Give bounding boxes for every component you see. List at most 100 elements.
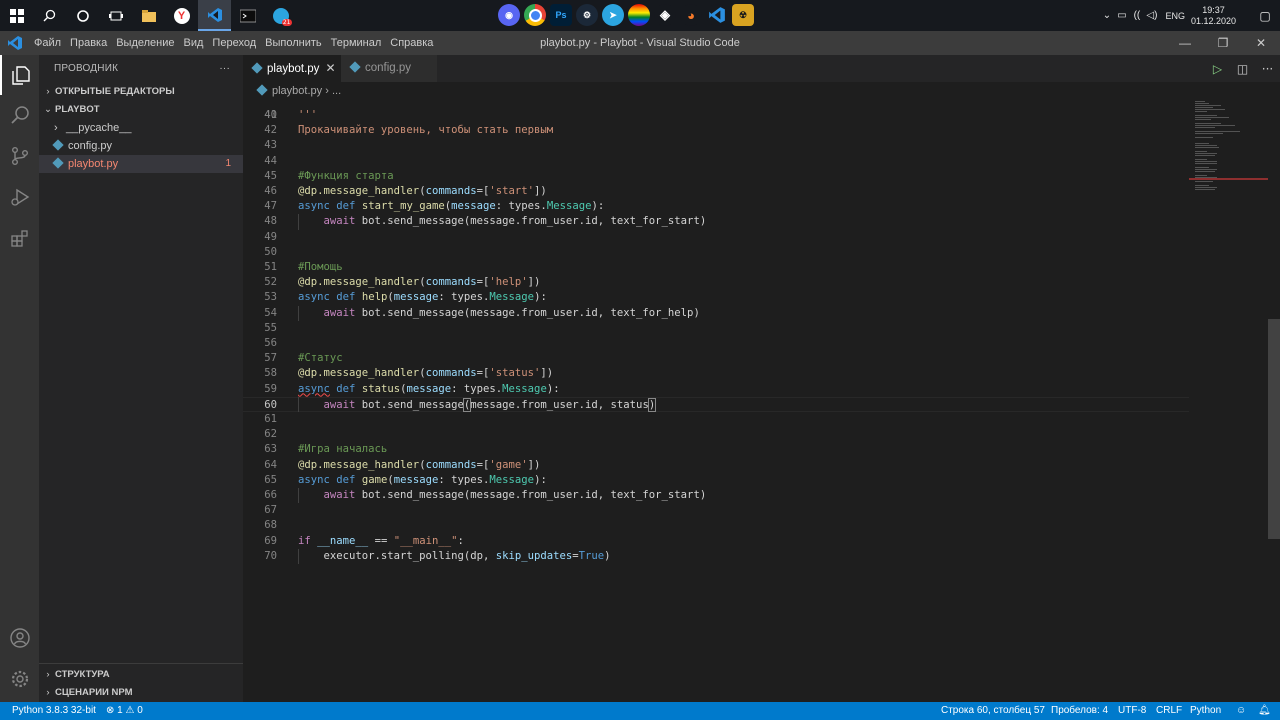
menu-selection[interactable]: Выделение (116, 37, 174, 49)
code-line[interactable]: 53 async def help(message: types.Message)… (243, 290, 1189, 305)
code-line[interactable]: 42 (243, 123, 1189, 138)
code-line[interactable]: 67 (243, 503, 1189, 518)
close-window-icon[interactable]: ✕ (1242, 31, 1280, 55)
language-mode[interactable]: Python (1190, 702, 1221, 720)
language-indicator[interactable]: ENG (1165, 11, 1185, 21)
run-file-icon[interactable]: ▷ (1205, 62, 1230, 76)
close-tab-icon[interactable]: ✕ (325, 61, 335, 75)
discord-icon[interactable]: ◉ (498, 4, 520, 26)
problems-indicator[interactable]: ⊗ 1 ⚠ 0 (106, 702, 143, 720)
python-interpreter[interactable]: Python 3.8.3 32-bit (12, 702, 96, 720)
cursor-position[interactable]: Строка 60, столбец 57 (941, 702, 1045, 720)
menu-file[interactable]: Файл (34, 37, 61, 49)
explorer-icon[interactable] (0, 55, 39, 95)
search-icon[interactable] (33, 0, 66, 31)
search-view-icon[interactable] (0, 95, 39, 135)
menu-terminal[interactable]: Терминал (331, 37, 382, 49)
project-folder-section[interactable]: ⌄ PLAYBOT (39, 101, 243, 119)
maximize-icon[interactable]: ❐ (1204, 31, 1242, 55)
code-line[interactable]: 51 #Помощь (243, 260, 1189, 275)
code-line[interactable]: 69 if __name__ == "__main__": (243, 534, 1189, 549)
menu-run[interactable]: Выполнить (265, 37, 321, 49)
counter-strike-icon[interactable]: ☢ (732, 4, 754, 26)
code-line[interactable]: 45 #Функция старта (243, 169, 1189, 184)
code-line[interactable]: 66 await bot.send_message(message.from_u… (243, 488, 1189, 503)
wifi-icon[interactable]: (( (1129, 10, 1144, 21)
code-editor[interactable]: 40 Прокачивайте уровень, чтобы стать пер… (243, 101, 1189, 702)
code-line[interactable]: 70 executor.start_polling(dp, skip_updat… (243, 549, 1189, 564)
code-line[interactable]: 68 (243, 518, 1189, 533)
code-line[interactable]: 57 #Статус (243, 351, 1189, 366)
code-line[interactable]: 48 await bot.send_message(message.from_u… (243, 214, 1189, 229)
windows-start-icon[interactable] (0, 0, 33, 31)
npm-scripts-section[interactable]: › СЦЕНАРИИ NPM (39, 684, 243, 702)
line-ending[interactable]: CRLF (1156, 702, 1182, 720)
file-explorer-icon[interactable] (132, 0, 165, 31)
code-line[interactable]: 64 @dp.message_handler(commands=['game']) (243, 458, 1189, 473)
code-line[interactable]: 44 (243, 154, 1189, 169)
terminal-icon[interactable] (231, 0, 264, 31)
cortana-circle-icon[interactable] (66, 0, 99, 31)
indentation[interactable]: Пробелов: 4 (1051, 702, 1108, 720)
photoshop-icon[interactable]: Ps (550, 4, 572, 26)
chevron-up-icon[interactable]: ⌄ (1099, 10, 1114, 21)
more-actions-icon[interactable]: ··· (219, 55, 230, 83)
code-line[interactable]: 63 #Игра началась (243, 442, 1189, 457)
settings-gear-icon[interactable] (0, 659, 39, 699)
split-editor-icon[interactable]: ◫ (1230, 62, 1255, 76)
tree-item-playbot[interactable]: playbot.py 1 (39, 155, 243, 173)
code-line[interactable]: 54 await bot.send_message(message.from_u… (243, 306, 1189, 321)
source-control-icon[interactable] (0, 136, 39, 176)
vscode-pinned-icon[interactable] (706, 4, 728, 26)
chrome-icon[interactable] (524, 4, 546, 26)
code-line[interactable]: 50 (243, 245, 1189, 260)
tree-item-config[interactable]: config.py (39, 137, 243, 155)
code-line[interactable]: 61 (243, 412, 1189, 427)
code-line[interactable]: 41 ''' (243, 108, 1189, 123)
extensions-icon[interactable] (0, 218, 39, 258)
task-view-icon[interactable] (99, 0, 132, 31)
menu-view[interactable]: Вид (184, 37, 204, 49)
unity-icon[interactable]: ◈ (654, 4, 676, 26)
code-line[interactable]: 56 (243, 336, 1189, 351)
breadcrumb-more[interactable]: ... (332, 85, 341, 97)
steam-icon[interactable]: ⚙ (576, 4, 598, 26)
outline-section[interactable]: › СТРУКТУРА (39, 666, 243, 684)
open-editors-section[interactable]: › ОТКРЫТЫЕ РЕДАКТОРЫ (39, 83, 243, 101)
code-line[interactable]: 55 (243, 321, 1189, 336)
code-line[interactable]: 65 async def game(message: types.Message)… (243, 473, 1189, 488)
telegram-app-icon[interactable]: ➤ (602, 4, 624, 26)
rainbow-app-icon[interactable] (628, 4, 650, 26)
vscode-taskbar-icon[interactable] (198, 0, 231, 31)
menu-edit[interactable]: Правка (70, 37, 107, 49)
code-line[interactable]: 58 @dp.message_handler(commands=['status'… (243, 366, 1189, 381)
tab-playbot[interactable]: playbot.py ✕ (243, 55, 341, 82)
run-debug-icon[interactable] (0, 177, 39, 217)
yandex-browser-icon[interactable]: Y (165, 0, 198, 31)
tray-device-icon[interactable]: ▭ (1114, 10, 1129, 21)
tab-config[interactable]: config.py (341, 55, 437, 82)
code-line[interactable]: 60 await bot.send_message(message.from_u… (243, 396, 1189, 412)
code-line[interactable]: 47 async def start_my_game(message: types… (243, 199, 1189, 214)
code-line[interactable]: 43 (243, 138, 1189, 153)
menu-go[interactable]: Переход (212, 37, 256, 49)
minimap[interactable] (1189, 101, 1268, 702)
encoding[interactable]: UTF-8 (1118, 702, 1146, 720)
minimize-icon[interactable]: — (1166, 31, 1204, 55)
volume-icon[interactable]: ◁) (1144, 10, 1159, 21)
breadcrumb-file[interactable]: playbot.py (272, 85, 322, 97)
code-line[interactable]: 52 @dp.message_handler(commands=['help']) (243, 275, 1189, 290)
blender-icon[interactable]: ◕ (680, 4, 702, 26)
tree-item-pycache[interactable]: › __pycache__ (39, 119, 243, 137)
scrollbar-thumb[interactable] (1268, 319, 1280, 539)
more-actions-icon[interactable]: ··· (1255, 62, 1280, 76)
code-line[interactable]: 59 async def status(message: types.Messag… (243, 382, 1189, 397)
clock[interactable]: 19:37 01.12.2020 (1191, 5, 1236, 27)
code-line[interactable]: 49 (243, 230, 1189, 245)
code-line[interactable]: 62 (243, 427, 1189, 442)
telegram-icon[interactable]: 21 (264, 0, 297, 31)
feedback-icon[interactable]: ☺ (1236, 702, 1246, 720)
accounts-icon[interactable] (0, 618, 39, 658)
code-line[interactable]: 46 @dp.message_handler(commands=['start']… (243, 184, 1189, 199)
notifications-bell-icon[interactable]: 🔔︎ (1258, 702, 1271, 720)
